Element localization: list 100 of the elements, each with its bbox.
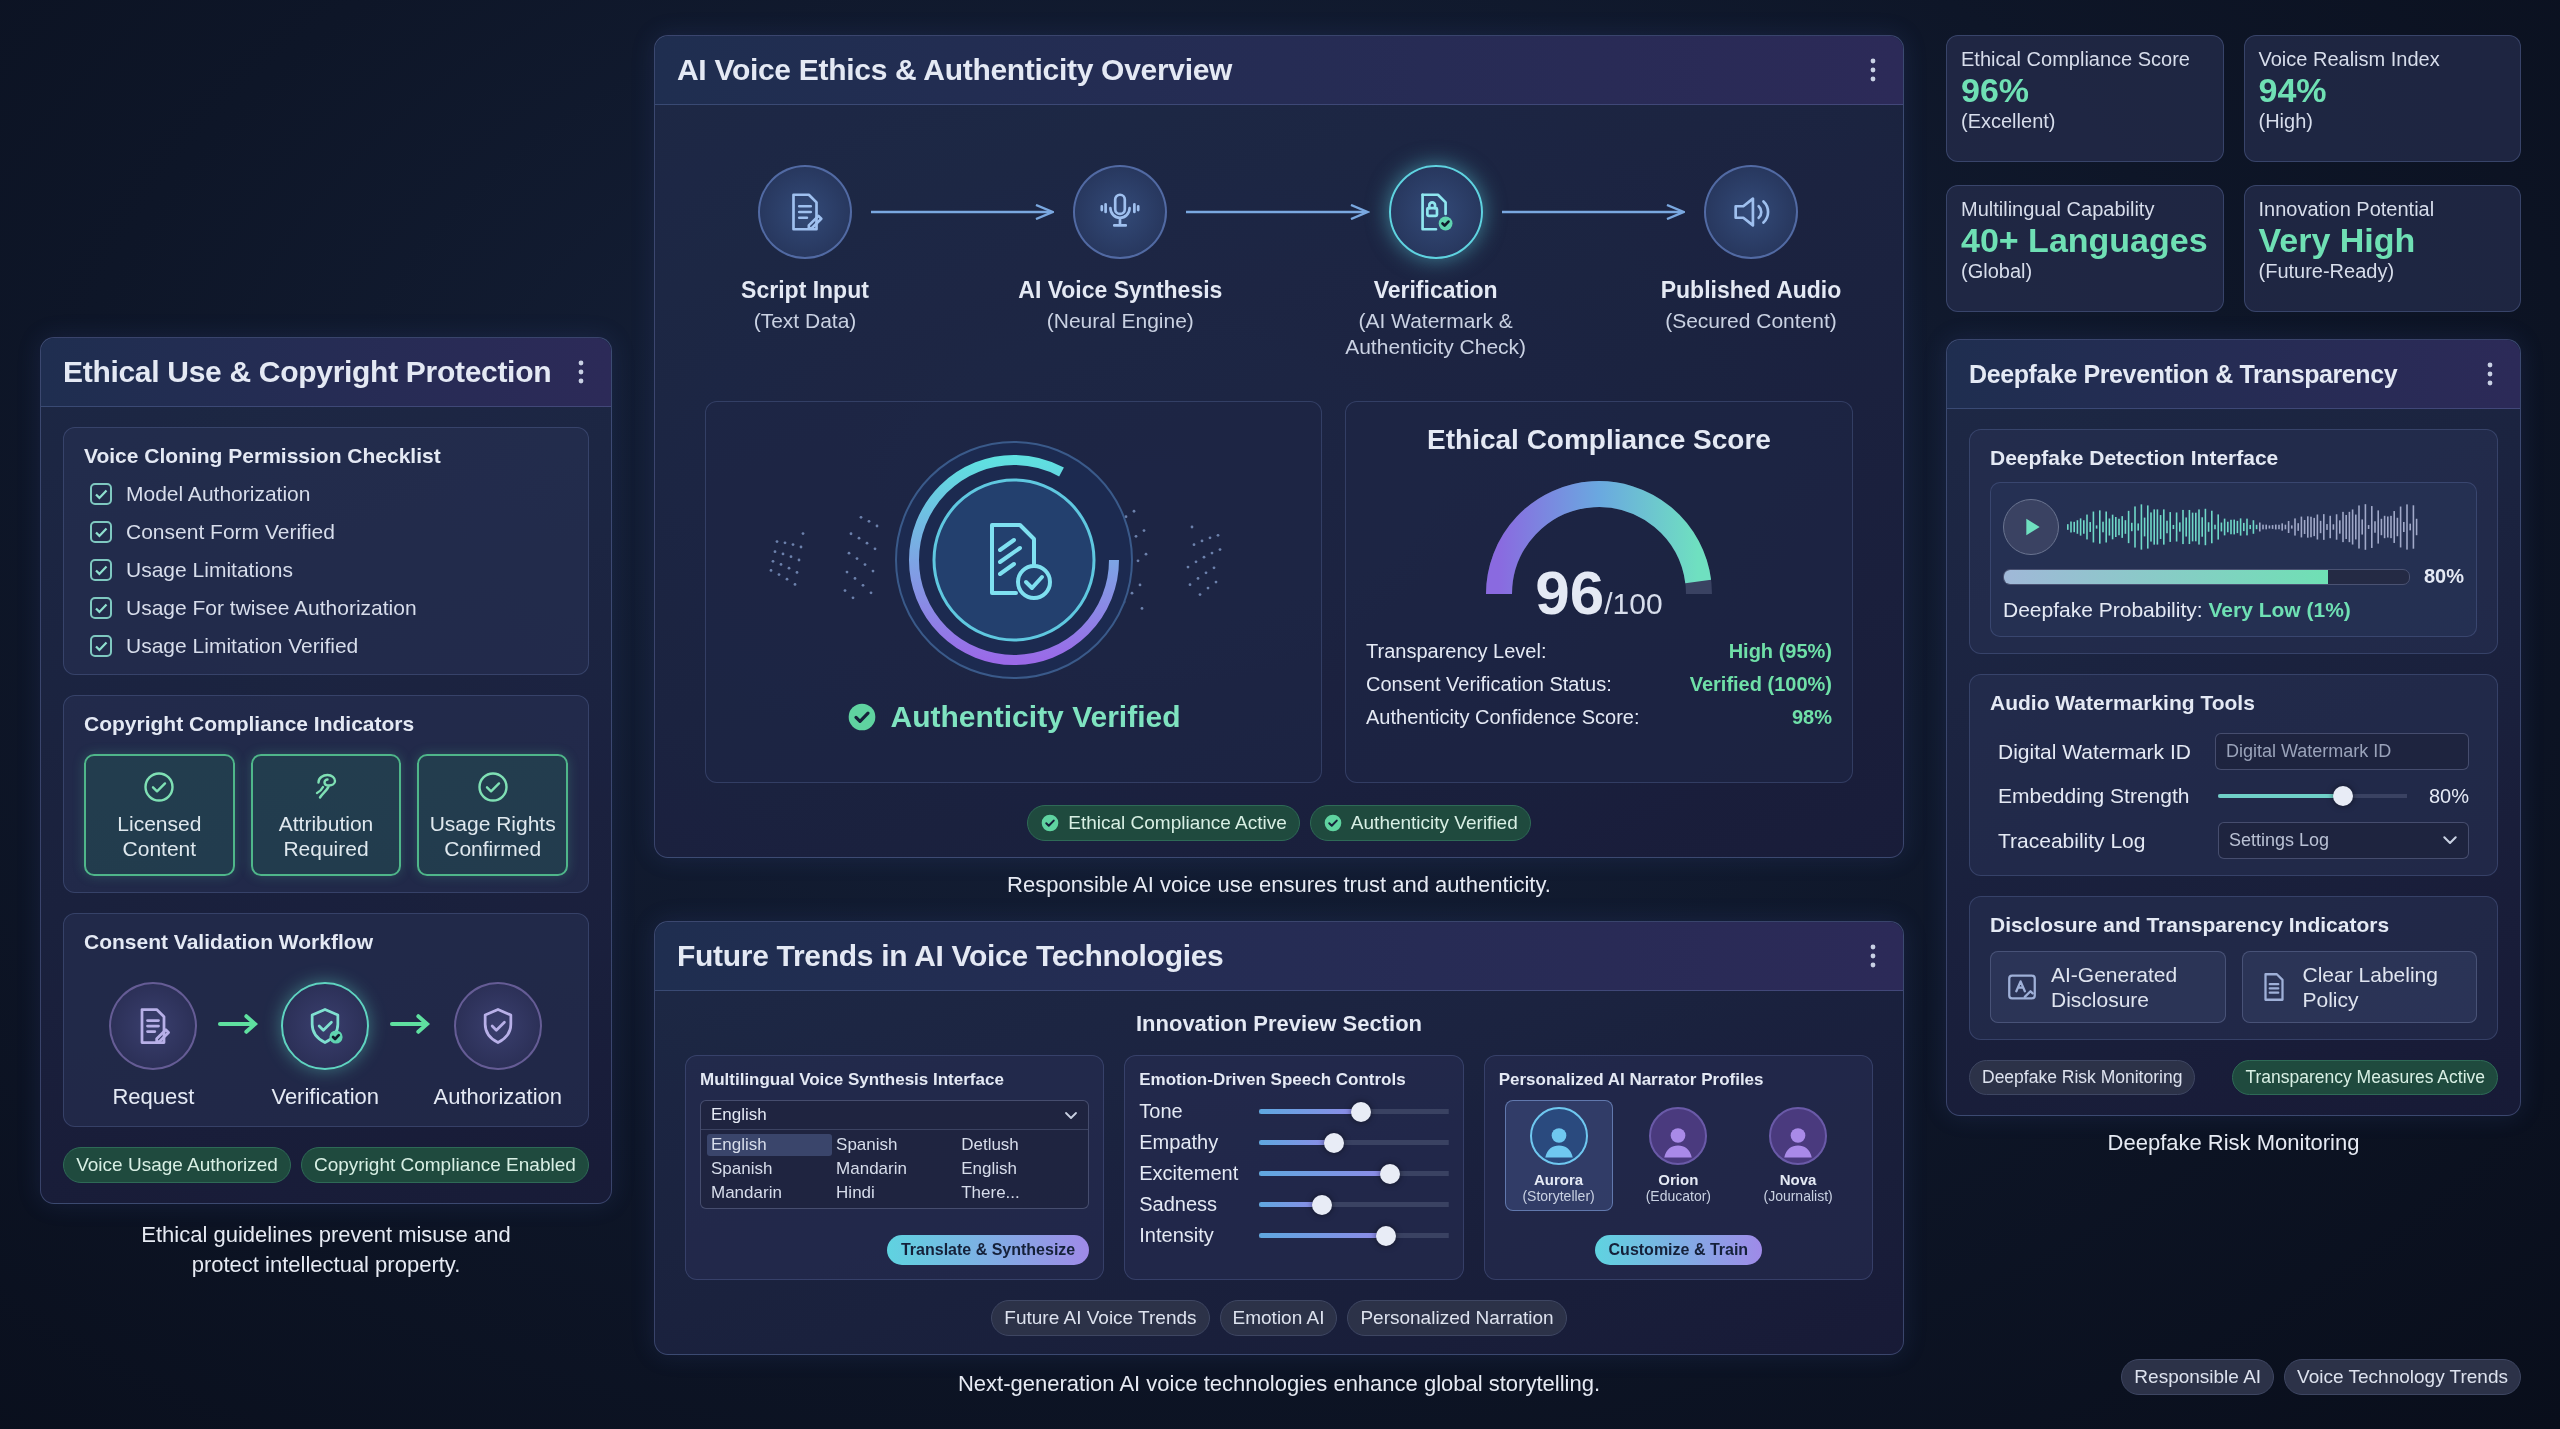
- card-title: Copyright Compliance Indicators: [84, 712, 416, 736]
- indicator-tile: Clear Labeling Policy: [2241, 951, 2477, 1024]
- step-subtitle: (Text Data): [753, 308, 857, 334]
- status-tag: Ethical Compliance Active: [1027, 804, 1300, 841]
- caption: Responsible AI voice use ensures trust and authenticity.: [1006, 870, 1552, 899]
- checkbox-label: Usage For twisee Authorization: [126, 596, 417, 620]
- language-option[interactable]: English: [707, 1134, 833, 1157]
- stat-label: Ethical Compliance Score: [1961, 48, 2191, 71]
- chevron-down-icon: [1064, 1110, 1079, 1120]
- status-tag: Copyright Compliance Enabled: [300, 1147, 589, 1183]
- narrator-profile[interactable]: Nova (Journalist): [1744, 1100, 1853, 1212]
- customize-button[interactable]: Customize & Train: [1594, 1235, 1763, 1266]
- field-label: Embedding Strength: [1998, 784, 2191, 808]
- checkbox[interactable]: [90, 559, 112, 581]
- card-title: Audio Watermarking Tools: [1990, 691, 2256, 715]
- metric-label: Consent Verification Status:: [1366, 672, 1612, 696]
- metric-label: Transparency Level:: [1366, 639, 1547, 663]
- slider-label: Empathy: [1139, 1131, 1220, 1155]
- stat-note: (Global): [1961, 260, 2034, 284]
- language-option[interactable]: Spanish: [707, 1158, 833, 1181]
- stat-value: 96%: [1961, 71, 2031, 111]
- topic-tag: Voice Technology Trends: [2284, 1359, 2521, 1395]
- slider-label: Excitement: [1139, 1162, 1240, 1186]
- metric-value: Verified (100%): [1689, 672, 1832, 696]
- slider-label: Intensity: [1139, 1224, 1215, 1248]
- card-title: Deepfake Detection Interface: [1990, 446, 2280, 470]
- card-title: Consent Validation Workflow: [84, 930, 374, 954]
- metric-value: 98%: [1791, 705, 1832, 729]
- translate-button[interactable]: Translate & Synthesize: [886, 1235, 1090, 1266]
- narrator-profile[interactable]: Aurora (Storyteller): [1504, 1100, 1613, 1212]
- language-option[interactable]: Spanish: [832, 1134, 958, 1157]
- topic-tag: Future AI Voice Trends: [991, 1300, 1210, 1337]
- kebab-menu-icon[interactable]: [2486, 361, 2494, 387]
- checkbox-label: Usage Limitation Verified: [126, 634, 359, 658]
- score-max: /100: [1604, 586, 1663, 621]
- status-tag: Transparency Measures Active: [2232, 1060, 2498, 1096]
- language-list[interactable]: English English Spanish Detlush Spanish Mandarin English Mandarin Hindi There...: [700, 1100, 1090, 1210]
- input-field[interactable]: Digital Watermark ID: [2215, 733, 2469, 770]
- indicator-tile: Licensed Content: [84, 754, 235, 876]
- panel-title: AI Voice Ethics & Authenticity Overview: [677, 53, 1233, 87]
- stat-label: Innovation Potential: [2258, 198, 2436, 221]
- slider-thumb[interactable]: [1350, 1101, 1371, 1122]
- stat-value: Very High: [2258, 221, 2417, 261]
- slider-reading: 80%: [2427, 784, 2469, 808]
- card-title: Ethical Compliance Score: [1427, 423, 1771, 456]
- language-option[interactable]: Hindi: [832, 1182, 958, 1205]
- status-label: Authenticity Verified: [890, 699, 1181, 734]
- slider-thumb[interactable]: [1323, 1132, 1344, 1153]
- panel-title: Deepfake Prevention & Transparency: [1969, 359, 2398, 389]
- topic-tag: Emotion AI: [1219, 1300, 1338, 1337]
- caption: Deepfake Risk Monitoring: [2106, 1129, 2361, 1158]
- language-option[interactable]: Detlush: [957, 1134, 1083, 1157]
- indicator-tile: Attribution Required: [250, 754, 402, 876]
- status-tag: Deepfake Risk Monitoring: [1969, 1060, 2196, 1096]
- language-option[interactable]: Mandarin: [832, 1158, 958, 1181]
- checkbox-label: Usage Limitations: [126, 558, 293, 582]
- check-circle-icon: [1040, 812, 1061, 833]
- step-title: Published Audio: [1660, 277, 1842, 304]
- section-title: Innovation Preview Section: [1134, 1011, 1424, 1038]
- stat-note: (Future-Ready): [2258, 260, 2396, 284]
- card-title: Disclosure and Transparency Indicators: [1990, 913, 2391, 937]
- checkbox[interactable]: [90, 521, 112, 543]
- step-subtitle: (Neural Engine): [1046, 308, 1194, 334]
- checkbox-label: Consent Form Verified: [126, 520, 335, 544]
- play-button[interactable]: [2003, 499, 2059, 555]
- slider-thumb[interactable]: [1379, 1163, 1400, 1184]
- checkbox-label: Model Authorization: [126, 482, 311, 506]
- kebab-menu-icon[interactable]: [1869, 943, 1877, 970]
- dropdown[interactable]: Settings Log: [2218, 822, 2469, 859]
- panel-title: Ethical Use & Copyright Protection: [63, 355, 552, 389]
- stat-note: (High): [2258, 110, 2314, 134]
- checkbox[interactable]: [90, 483, 112, 505]
- metric-label: Authenticity Confidence Score:: [1366, 705, 1640, 729]
- select-value: English: [711, 1105, 767, 1126]
- topic-tag: Responsible AI: [2121, 1359, 2275, 1395]
- narrator-profile[interactable]: Orion (Educator): [1624, 1100, 1733, 1212]
- language-option[interactable]: English: [957, 1158, 1083, 1181]
- stat-note: (Excellent): [1961, 110, 2057, 134]
- caption: Ethical guidelines prevent misuse and protect intellectual property.: [140, 1221, 512, 1279]
- status-tag: Voice Usage Authorized: [63, 1147, 291, 1183]
- stat-label: Multilingual Capability: [1961, 198, 2156, 221]
- step-label: Request: [112, 1084, 195, 1110]
- card-title: Voice Cloning Permission Checklist: [84, 444, 442, 468]
- step-subtitle: (AI Watermark & Authenticity Check): [1344, 308, 1528, 361]
- stat-value: 40+ Languages: [1961, 221, 2209, 261]
- stat-label: Voice Realism Index: [2258, 48, 2441, 71]
- indicator-tile: AI-Generated Disclosure: [1990, 951, 2226, 1024]
- slider-thumb[interactable]: [1311, 1194, 1332, 1215]
- language-option[interactable]: There...: [957, 1182, 1083, 1205]
- checkbox[interactable]: [90, 635, 112, 657]
- slider-thumb[interactable]: [1376, 1225, 1397, 1246]
- status-tag: Authenticity Verified: [1309, 804, 1531, 841]
- step-subtitle: (Secured Content): [1665, 308, 1837, 334]
- kebab-menu-icon[interactable]: [1869, 57, 1877, 83]
- slider-label: Tone: [1139, 1100, 1184, 1124]
- slider-thumb[interactable]: [2332, 786, 2353, 806]
- card-title: Personalized AI Narrator Profiles: [1498, 1070, 1765, 1091]
- kebab-menu-icon[interactable]: [577, 359, 585, 385]
- language-option[interactable]: Mandarin: [707, 1182, 833, 1205]
- checkbox[interactable]: [90, 597, 112, 619]
